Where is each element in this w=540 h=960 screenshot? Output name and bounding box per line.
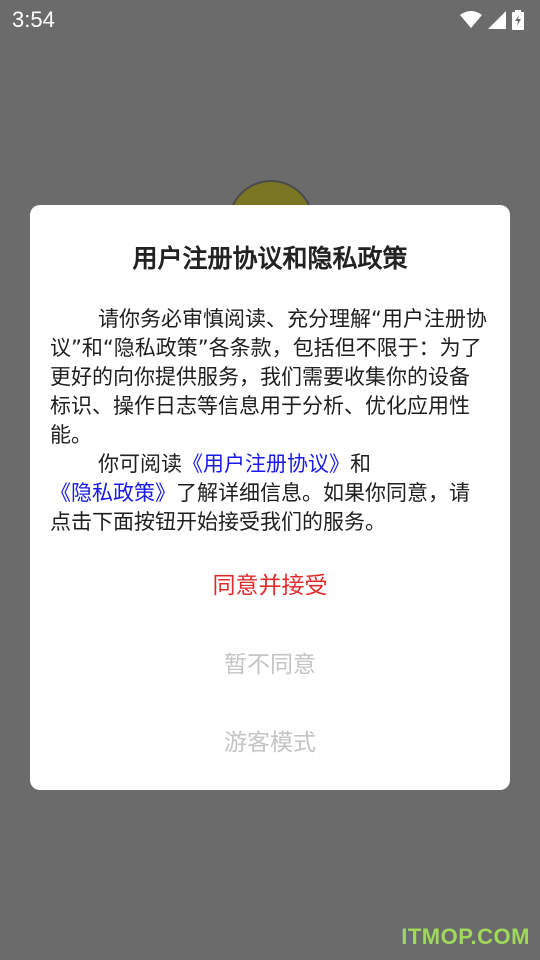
dialog-title: 用户注册协议和隐私政策: [132, 244, 408, 273]
dialog-paragraph-1: 请你务必审慎阅读、充分理解“用户注册协议”和“隐私政策”各条款，包括但不限于：为…: [50, 307, 487, 447]
status-icons: [460, 10, 524, 30]
guest-mode-button[interactable]: 游客模式: [30, 720, 510, 760]
disagree-button[interactable]: 暂不同意: [30, 642, 510, 682]
agree-button[interactable]: 同意并接受: [30, 563, 510, 603]
dialog-body: 请你务必审慎阅读、充分理解“用户注册协议”和“隐私政策”各条款，包括但不限于：为…: [50, 305, 490, 537]
cellular-signal-icon: [488, 11, 506, 29]
privacy-policy-link[interactable]: 《隐私政策》: [50, 481, 176, 505]
user-agreement-link[interactable]: 《用户注册协议》: [182, 452, 350, 476]
paragraph-2-prefix: 你可阅读: [98, 452, 182, 476]
dialog-paragraph-2: 你可阅读《用户注册协议》和《隐私政策》了解详细信息。如果你同意，请点击下面按钮开…: [50, 450, 490, 537]
status-bar: 3:54: [0, 0, 540, 40]
watermark: ITMOP.COM: [401, 924, 530, 949]
privacy-dialog: 用户注册协议和隐私政策 请你务必审慎阅读、充分理解“用户注册协议”和“隐私政策”…: [30, 205, 510, 790]
wifi-icon: [460, 11, 482, 29]
status-time: 3:54: [12, 7, 55, 32]
battery-charging-icon: [512, 10, 524, 30]
paragraph-2-and: 和: [350, 452, 371, 476]
